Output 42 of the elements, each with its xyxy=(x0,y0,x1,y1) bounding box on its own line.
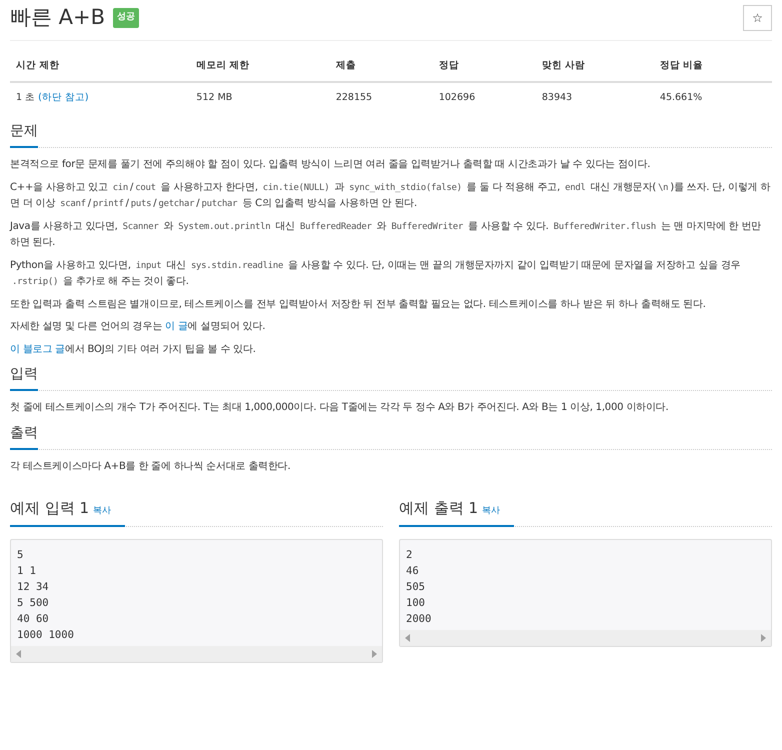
copy-link[interactable]: 복사 xyxy=(482,506,500,516)
section-heading: 출력 xyxy=(10,422,38,450)
table-header: 메모리 제한 xyxy=(190,50,330,82)
horizontal-scrollbar[interactable] xyxy=(400,630,771,646)
table-cell: 228155 xyxy=(330,82,433,113)
paragraph: Python을 사용하고 있다면, input 대신 sys.stdin.readline 을 사용할 수 있다. 단, 이때는 맨 끝의 개행문자까지 같이 입력받기 때문에 문자열을 저장하고 싶을 경우 .rstrip() 을 추가로 해 주는 것이 좋다. xyxy=(10,258,742,289)
table-header: 시간 제한 xyxy=(10,50,190,82)
paragraph: 이 블로그 글에서 BOJ의 기타 여러 가지 팁을 볼 수 있다. xyxy=(10,342,257,356)
star-button[interactable]: ☆ xyxy=(743,4,772,31)
table-header: 정답 xyxy=(432,50,536,82)
paragraph: C++을 사용하고 있고 cin / cout 을 사용하고자 한다면, cin.tie(NULL) 과 sync_with_stdio(false) 를 둘 다 적용해 주고, endl 대신 개행문자( \n )를 쓰자. 단, 이렇게 하면 더 이상 scanf / printf / puts / getchar / putchar 등 C의 입출력 방식을 사용하면 안 된다. xyxy=(10,180,772,211)
reference-link[interactable]: (하단 참고) xyxy=(38,92,89,103)
table-cell: 45.661% xyxy=(654,82,772,113)
scroll-left-icon[interactable] xyxy=(405,634,411,642)
paragraph: Java를 사용하고 있다면, Scanner 와 System.out.println 대신 BufferedReader 와 BufferedWriter 를 사용할 수 있다. BufferedWriter.flush 는 맨 마지막에 한 번만 하면 된다. xyxy=(10,220,762,250)
horizontal-scrollbar[interactable] xyxy=(11,646,382,662)
copy-link[interactable]: 복사 xyxy=(93,506,112,516)
sample-heading: 예제 출력 1 xyxy=(399,499,478,517)
problem-title: 빠른 A+B xyxy=(10,4,106,31)
paragraph: 본격적으로 for문 문제를 풀기 전에 주의해야 할 점이 있다. 입출력 방식이 느리면 여러 줄을 입력받거나 출력할 때 시간초과가 날 수 있다는 점이다. xyxy=(10,158,652,172)
scroll-right-icon[interactable] xyxy=(371,650,377,658)
table-cell: 512 MB xyxy=(190,82,330,113)
table-cell-text: 1 초 xyxy=(16,92,36,103)
section-heading: 문제 xyxy=(10,121,38,148)
table-cell: 102696 xyxy=(432,82,536,113)
code-text: 5 1 1 12 34 5 500 40 60 1000 1000 xyxy=(16,548,75,642)
text-link[interactable]: 이 블로그 글 xyxy=(10,344,65,354)
table-header: 맞힌 사람 xyxy=(536,50,654,82)
code-text: 2 46 505 100 2000 xyxy=(405,548,432,626)
paragraph: 또한 입력과 출력 스트림은 별개이므로, 테스트케이스를 전부 입력받아서 저장한 뒤 전부 출력할 필요는 없다. 테스트케이스를 하나 받은 뒤 하나 출력해도 된다. xyxy=(10,298,707,312)
paragraph: 첫 줄에 테스트케이스의 개수 T가 주어진다. T는 최대 1,000,000이다. 다음 T줄에는 각각 두 정수 A와 B가 주어진다. A와 B는 1 이상, 1,000 이하이다. xyxy=(10,401,670,415)
text-link[interactable]: 이 글 xyxy=(165,321,188,332)
paragraph: 각 테스트케이스마다 A+B를 한 줄에 하나씩 순서대로 출력한다. xyxy=(10,460,292,474)
scroll-left-icon[interactable] xyxy=(16,650,22,658)
table-cell: 83943 xyxy=(536,82,654,113)
section-heading: 입력 xyxy=(10,364,38,391)
paragraph: 자세한 설명 및 다른 언어의 경우는 이 글에 설명되어 있다. xyxy=(10,320,266,334)
table-header: 정답 비율 xyxy=(654,50,772,82)
result-badge: 성공 xyxy=(113,8,140,28)
sample-heading: 예제 입력 1 xyxy=(10,499,90,517)
table-header: 제출 xyxy=(330,50,433,82)
scroll-right-icon[interactable] xyxy=(760,634,766,642)
